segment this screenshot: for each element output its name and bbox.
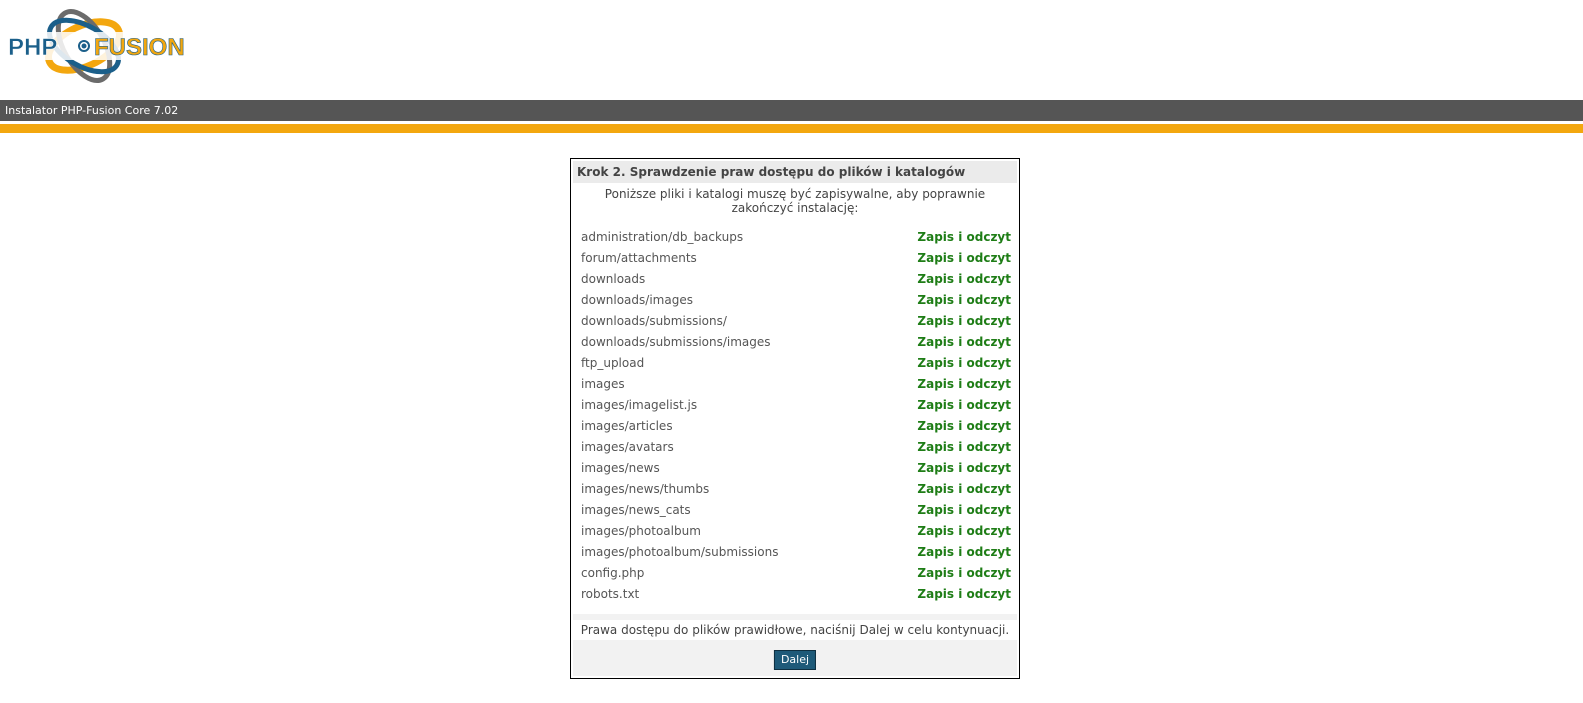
permission-status: Zapis i odczyt — [917, 482, 1011, 496]
panel-footer: Prawa dostępu do plików prawidłowe, naci… — [573, 614, 1017, 676]
permission-row: images/imagelist.js Zapis i odczyt — [581, 395, 1011, 416]
permission-row: images/news_cats Zapis i odczyt — [581, 500, 1011, 521]
permission-path: administration/db_backups — [581, 230, 744, 244]
permission-path: downloads — [581, 272, 646, 286]
next-button[interactable]: Dalej — [773, 650, 817, 670]
permission-path: images/photoalbum — [581, 524, 701, 538]
permission-row: images/photoalbum/submissions Zapis i odc… — [581, 542, 1011, 563]
logo-text-fusion: FUSION — [94, 34, 185, 61]
permissions-list: administration/db_backups Zapis i odczyt f… — [581, 227, 1011, 605]
permission-path: ftp_upload — [581, 356, 645, 370]
permission-row: downloads/submissions/Zapis i odczyt — [581, 311, 1011, 332]
footer-message: Prawa dostępu do plików prawidłowe, naci… — [573, 620, 1017, 640]
permission-path: downloads/submissions/ — [581, 314, 727, 328]
permissions-panel: Krok 2. Sprawdzenie praw dostępu do plik… — [570, 158, 1020, 679]
permission-path: config.php — [581, 566, 645, 580]
permissions-panel-inner: Krok 2. Sprawdzenie praw dostępu do plik… — [573, 161, 1017, 676]
permission-row: images/articles Zapis i odczyt — [581, 416, 1011, 437]
permission-row: images/photoalbum Zapis i odczyt — [581, 521, 1011, 542]
permission-status: Zapis i odczyt — [917, 545, 1011, 559]
permission-status: Zapis i odczyt — [917, 524, 1011, 538]
permission-row: images Zapis i odczyt — [581, 374, 1011, 395]
permission-status: Zapis i odczyt — [917, 293, 1011, 307]
permission-row: config.php Zapis i odczyt — [581, 563, 1011, 584]
permission-status: Zapis i odczyt — [917, 377, 1011, 391]
permission-path: images/photoalbum/submissions — [581, 545, 779, 559]
permission-status: Zapis i odczyt — [917, 419, 1011, 433]
permission-path: forum/attachments — [581, 251, 697, 265]
page-header: PHP FUSION — [0, 0, 1583, 100]
permission-status: Zapis i odczyt — [917, 251, 1011, 265]
permission-status: Zapis i odczyt — [917, 398, 1011, 412]
permission-row: administration/db_backups Zapis i odczyt — [581, 227, 1011, 248]
permission-row: images/news Zapis i odczyt — [581, 458, 1011, 479]
permission-path: images/imagelist.js — [581, 398, 698, 412]
permission-row: downloads/submissions/images Zapis i odcz… — [581, 332, 1011, 353]
permission-path: images/avatars — [581, 440, 674, 454]
permission-path: images/news/thumbs — [581, 482, 710, 496]
permission-row: images/avatars Zapis i odczyt — [581, 437, 1011, 458]
permission-status: Zapis i odczyt — [917, 461, 1011, 475]
permission-row: forum/attachments Zapis i odczyt — [581, 248, 1011, 269]
installer-title: Instalator PHP-Fusion Core 7.02 — [5, 104, 179, 117]
permission-path: robots.txt — [581, 587, 640, 601]
permission-path: downloads/submissions/images — [581, 335, 771, 349]
panel-title: Krok 2. Sprawdzenie praw dostępu do plik… — [573, 161, 1017, 183]
permission-status: Zapis i odczyt — [917, 230, 1011, 244]
permission-row: downloads/images Zapis i odczyt — [581, 290, 1011, 311]
installer-title-bar: Instalator PHP-Fusion Core 7.02 — [0, 100, 1583, 121]
permission-row: ftp_upload Zapis i odczyt — [581, 353, 1011, 374]
permission-status: Zapis i odczyt — [917, 356, 1011, 370]
permission-row: robots.txt Zapis i odczyt — [581, 584, 1011, 605]
permission-row: images/news/thumbs Zapis i odczyt — [581, 479, 1011, 500]
php-fusion-logo: PHP FUSION — [6, 9, 218, 83]
permission-path: images/articles — [581, 419, 673, 433]
permission-status: Zapis i odczyt — [917, 314, 1011, 328]
permission-path: images/news — [581, 461, 660, 475]
accent-bar — [0, 124, 1583, 133]
permission-path: downloads/images — [581, 293, 693, 307]
permission-status: Zapis i odczyt — [917, 272, 1011, 286]
permission-status: Zapis i odczyt — [917, 566, 1011, 580]
logo-text-php: PHP — [8, 34, 57, 61]
panel-intro-text: Poniższe pliki i katalogi muszę być zapi… — [604, 187, 986, 215]
permission-row: downloads Zapis i odczyt — [581, 269, 1011, 290]
permission-status: Zapis i odczyt — [917, 440, 1011, 454]
permission-status: Zapis i odczyt — [917, 503, 1011, 517]
permission-path: images — [581, 377, 625, 391]
permission-status: Zapis i odczyt — [917, 587, 1011, 601]
permission-status: Zapis i odczyt — [917, 335, 1011, 349]
permission-path: images/news_cats — [581, 503, 691, 517]
